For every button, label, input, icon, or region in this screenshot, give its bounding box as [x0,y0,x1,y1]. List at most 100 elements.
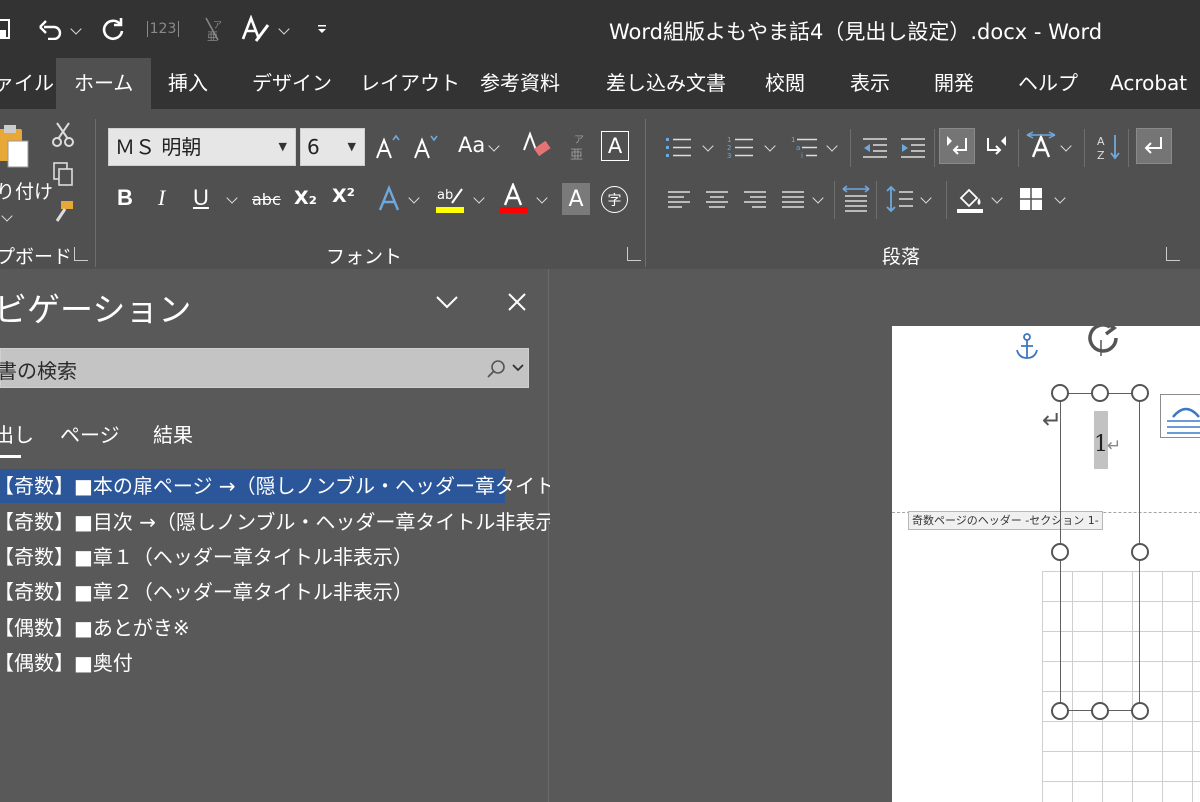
heading-item[interactable]: 【奇数】■章１（ヘッダー章タイトル非表示） [0,540,419,574]
underline-dropdown-icon[interactable] [226,192,238,204]
text-effects-icon[interactable] [238,0,272,58]
tab-home[interactable]: ホーム [56,58,152,109]
numbering-icon[interactable]: 123 [726,133,756,163]
paragraph-launcher-icon[interactable] [1166,247,1180,261]
clipboard-launcher-icon[interactable] [74,247,88,261]
rtl-text-direction-icon[interactable] [982,131,1012,161]
tab-pages[interactable]: ページ [60,419,120,448]
resize-handle[interactable] [1091,702,1109,720]
text-effect-dropdown-icon[interactable] [408,192,420,204]
font-size-select[interactable]: 6 ▼ [300,128,365,166]
sort-icon[interactable]: AZ [1094,131,1124,163]
numbering-123-icon[interactable]: 123 [146,0,180,58]
document-area[interactable]: 奇数ページのヘッダー -セクション 1- 1 ↵ ↵ [550,269,1200,802]
phonetic-guide-icon[interactable]: ア亜 [566,129,590,163]
tab-file[interactable]: ァイル [0,58,54,109]
font-name-select[interactable]: ＭＳ 明朝 ▼ [108,128,296,166]
tab-mailings[interactable]: 差し込み文書 [606,58,726,109]
grow-font-icon[interactable] [374,131,400,163]
underline-button[interactable]: U [193,185,209,211]
borders-icon[interactable] [1016,183,1046,215]
justify-icon[interactable] [778,185,808,215]
highlight-color-icon[interactable]: ab [434,183,466,215]
paste-label[interactable]: り付け [0,177,53,204]
undo-dropdown-icon[interactable] [68,0,84,58]
character-border-icon[interactable]: A [601,131,629,161]
text-effect-icon[interactable] [376,183,402,215]
copy-icon[interactable] [50,161,76,187]
clear-formatting-icon[interactable] [522,129,552,163]
subscript-button[interactable]: X₂ [294,187,317,209]
increase-indent-icon[interactable] [898,133,928,163]
tab-results[interactable]: 結果 [153,419,193,448]
change-case-button[interactable]: Aa [458,133,485,157]
multilevel-dropdown-icon[interactable] [826,140,838,152]
tab-design[interactable]: デザイン [252,58,332,109]
tab-insert[interactable]: 挿入 [168,58,208,109]
search-dropdown-icon[interactable] [511,361,525,375]
text-effects-dropdown-icon[interactable] [276,0,292,58]
tab-review[interactable]: 校閲 [765,58,805,109]
resize-handle[interactable] [1051,543,1069,561]
highlight-dropdown-icon[interactable] [473,192,485,204]
decrease-indent-icon[interactable] [860,133,890,163]
layout-options-icon[interactable] [1160,394,1200,438]
heading-item[interactable]: 【奇数】■目次 →（隠しノンブル・ヘッダー章タイトル非表示） [0,505,581,539]
nav-options-chevron-icon[interactable] [434,289,460,315]
character-shading-icon[interactable]: A [562,183,590,215]
furigana-icon[interactable]: ア亜 [198,0,228,58]
enclose-characters-icon[interactable]: 字 [601,186,628,213]
redo-icon[interactable] [96,0,130,58]
undo-icon[interactable] [34,0,68,58]
italic-button[interactable]: I [158,185,165,211]
rotate-handle-icon[interactable] [1082,326,1126,362]
align-left-icon[interactable] [664,185,694,215]
search-input[interactable]: 書の検索 [0,348,529,388]
resize-handle[interactable] [1131,702,1149,720]
heading-item[interactable]: 【偶数】■あとがき※ [0,611,196,645]
resize-handle[interactable] [1051,702,1069,720]
save-icon[interactable] [0,0,12,58]
resize-handle[interactable] [1051,384,1069,402]
align-right-icon[interactable] [740,185,770,215]
asian-layout-icon[interactable] [1024,129,1058,163]
line-spacing-dropdown-icon[interactable] [920,192,932,204]
document-page[interactable]: 奇数ページのヘッダー -セクション 1- 1 ↵ ↵ [892,326,1200,802]
show-formatting-marks-icon[interactable] [1136,128,1172,164]
cut-icon[interactable] [50,121,76,147]
strikethrough-button[interactable]: abc [252,190,281,209]
tab-layout[interactable]: レイアウト [360,58,460,109]
align-center-icon[interactable] [702,185,732,215]
tab-acrobat[interactable]: Acrobat [1110,58,1187,109]
heading-item[interactable]: 【偶数】■奥付 [0,646,139,680]
heading-item[interactable]: 【奇数】■章２（ヘッダー章タイトル非表示） [0,575,419,609]
line-spacing-icon[interactable] [884,183,916,215]
resize-handle[interactable] [1131,384,1149,402]
shrink-font-icon[interactable] [412,131,438,163]
paste-icon[interactable] [0,121,34,179]
bold-button[interactable]: B [117,185,133,211]
close-icon[interactable] [504,289,530,315]
borders-dropdown-icon[interactable] [1054,192,1066,204]
distributed-icon[interactable] [840,183,872,215]
shading-icon[interactable] [954,183,986,215]
resize-handle[interactable] [1131,543,1149,561]
superscript-button[interactable]: X² [332,185,355,207]
tab-view[interactable]: 表示 [850,58,890,109]
heading-item[interactable]: 【奇数】■本の扉ページ →（隠しノンブル・ヘッダー章タイトル… [0,469,595,503]
tab-headings[interactable]: 出し [0,419,34,448]
shading-dropdown-icon[interactable] [991,192,1003,204]
page-number[interactable]: 1 [1094,432,1108,457]
ltr-text-direction-icon[interactable] [939,128,975,164]
numbering-dropdown-icon[interactable] [764,140,776,152]
resize-handle[interactable] [1091,384,1109,402]
font-color-icon[interactable] [498,183,530,215]
tab-developer[interactable]: 開発 [934,58,974,109]
font-launcher-icon[interactable] [627,247,641,261]
tab-help[interactable]: ヘルプ [1018,58,1078,109]
search-icon[interactable] [485,358,507,380]
customize-qa-icon[interactable] [314,0,330,58]
multilevel-list-icon[interactable]: 1ai [790,133,820,163]
asian-layout-dropdown-icon[interactable] [1060,140,1072,152]
change-case-dropdown-icon[interactable] [488,140,500,152]
